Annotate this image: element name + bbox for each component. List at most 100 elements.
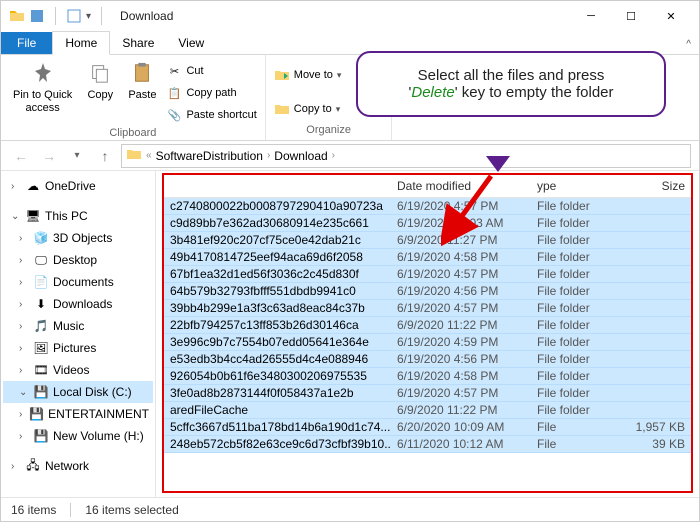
copy-to-icon (274, 101, 290, 117)
folder-icon (9, 8, 25, 24)
cell-size (621, 317, 691, 333)
crumb-softwaredistribution[interactable]: SoftwareDistribution (156, 149, 263, 163)
table-row[interactable]: 22bfb794257c13ff853b26d30146ca6/9/2020 1… (164, 317, 691, 334)
annotation-callout: Select all the files and press 'Delete' … (356, 51, 666, 117)
nav-local-disk-c[interactable]: ⌄💾Local Disk (C:) (3, 381, 153, 403)
nav-3d-objects[interactable]: ›🧊3D Objects (3, 227, 153, 249)
pc-icon: 🖥 (25, 208, 41, 224)
cell-size (621, 215, 691, 231)
tab-view[interactable]: View (166, 32, 216, 54)
window-title: Download (120, 9, 173, 23)
nav-entertainment[interactable]: ›💾ENTERTAINMENT (3, 403, 153, 425)
table-row[interactable]: aredFileCache6/9/2020 11:22 PMFile folde… (164, 402, 691, 419)
navigation-pane: ›☁OneDrive ⌄🖥This PC ›🧊3D Objects ›🖵Desk… (1, 171, 156, 497)
cell-name: 39bb4b299e1a3f3c63ad8eac84c37b (164, 300, 391, 316)
nav-desktop[interactable]: ›🖵Desktop (3, 249, 153, 271)
cell-type: File folder (531, 317, 621, 333)
cell-type: File (531, 419, 621, 435)
cell-name: c9d89bb7e362ad30680914e235c661 (164, 215, 391, 231)
recent-dropdown-icon[interactable]: ▾ (65, 144, 89, 168)
table-row[interactable]: 5cffc3667d511ba178bd14b6a190d1c74...6/20… (164, 419, 691, 436)
ribbon-expand-icon[interactable]: ^ (678, 35, 699, 54)
tab-share[interactable]: Share (110, 32, 166, 54)
nav-music[interactable]: ›🎵Music (3, 315, 153, 337)
nav-documents[interactable]: ›📄Documents (3, 271, 153, 293)
paste-shortcut-button[interactable]: 📎Paste shortcut (166, 105, 256, 125)
back-button[interactable]: ← (9, 144, 33, 168)
close-button[interactable]: ✕ (651, 2, 691, 30)
cell-size (621, 266, 691, 282)
cell-date: 6/19/2020 4:58 PM (391, 368, 531, 384)
cell-date: 6/9/2020 11:22 PM (391, 402, 531, 418)
group-clipboard-label: Clipboard (9, 125, 257, 141)
title-bar: ▾ Download ─ ☐ ✕ (1, 1, 699, 31)
table-row[interactable]: 49b4170814725eef94aca69d6f20586/19/2020 … (164, 249, 691, 266)
table-row[interactable]: 64b579b32793fbfff551dbdb9941c06/19/2020 … (164, 283, 691, 300)
breadcrumb[interactable]: « SoftwareDistribution › Download › (121, 144, 691, 168)
copy-to-button[interactable]: Copy to▾ (274, 99, 342, 119)
cell-size (621, 300, 691, 316)
paste-button[interactable]: Paste (124, 57, 160, 104)
selection-count: 16 items selected (85, 503, 178, 517)
maximize-button[interactable]: ☐ (611, 2, 651, 30)
move-to-icon (274, 67, 290, 83)
table-row[interactable]: 39bb4b299e1a3f3c63ad8eac84c37b6/19/2020 … (164, 300, 691, 317)
nav-this-pc[interactable]: ⌄🖥This PC (3, 205, 153, 227)
table-row[interactable]: 926054b0b61f6e34803002069755356/19/2020 … (164, 368, 691, 385)
table-row[interactable]: 3fe0ad8b2873144f0f058437a1e2b6/19/2020 4… (164, 385, 691, 402)
group-organize-label: Organize (274, 122, 384, 138)
nav-downloads[interactable]: ›⬇Downloads (3, 293, 153, 315)
table-row[interactable]: c9d89bb7e362ad30680914e235c6616/19/2020 … (164, 215, 691, 232)
cell-size (621, 334, 691, 350)
tab-file[interactable]: File (1, 32, 52, 54)
qat-properties-icon[interactable] (66, 8, 82, 24)
callout-tail-icon (486, 156, 510, 172)
table-row[interactable]: 67bf1ea32d1ed56f3036c2c45d830f6/19/2020 … (164, 266, 691, 283)
col-name[interactable] (164, 175, 391, 197)
copy-path-button[interactable]: 📋Copy path (166, 83, 256, 103)
music-icon: 🎵 (33, 318, 49, 334)
nav-network[interactable]: ›🖧Network (3, 455, 153, 477)
cell-date: 6/19/2020 4:59 PM (391, 334, 531, 350)
up-button[interactable]: ↑ (93, 144, 117, 168)
nav-onedrive[interactable]: ›☁OneDrive (3, 175, 153, 197)
cell-size: 39 KB (621, 436, 691, 452)
cell-size (621, 351, 691, 367)
cut-button[interactable]: ✂Cut (166, 61, 256, 81)
nav-new-volume[interactable]: ›💾New Volume (H:) (3, 425, 153, 447)
table-row[interactable]: 3b481ef920c207cf75ce0e42dab21c6/9/2020 1… (164, 232, 691, 249)
annotation-arrow-icon (441, 171, 501, 251)
chevron-right-icon[interactable]: › (267, 150, 270, 161)
documents-icon: 📄 (33, 274, 49, 290)
qat-save-icon[interactable] (29, 8, 45, 24)
col-size[interactable]: Size (621, 175, 691, 197)
col-type[interactable]: ype (531, 175, 621, 197)
minimize-button[interactable]: ─ (571, 2, 611, 30)
tab-home[interactable]: Home (52, 31, 110, 55)
cell-type: File (531, 436, 621, 452)
cell-type: File folder (531, 232, 621, 248)
cell-type: File folder (531, 249, 621, 265)
move-to-button[interactable]: Move to▾ (274, 65, 342, 85)
pin-quick-access-button[interactable]: Pin to Quick access (9, 57, 76, 117)
table-row[interactable]: 3e996c9b7c7554b07edd05641e364e6/19/2020 … (164, 334, 691, 351)
cell-type: File folder (531, 215, 621, 231)
cell-type: File folder (531, 266, 621, 282)
folder-icon (126, 146, 142, 165)
chevron-right-icon[interactable]: › (332, 150, 335, 161)
nav-videos[interactable]: ›🎞Videos (3, 359, 153, 381)
crumb-download[interactable]: Download (274, 149, 327, 163)
chevron-icon[interactable]: « (146, 150, 152, 161)
nav-pictures[interactable]: ›🖼Pictures (3, 337, 153, 359)
cell-type: File folder (531, 385, 621, 401)
table-row[interactable]: e53edb3b4cc4ad26555d4c4e0889466/19/2020 … (164, 351, 691, 368)
table-row[interactable]: c2740800022b0008797290410a90723a6/19/202… (164, 198, 691, 215)
qat-dropdown-icon[interactable]: ▾ (86, 11, 91, 22)
cell-date: 6/9/2020 11:22 PM (391, 317, 531, 333)
cell-size (621, 283, 691, 299)
table-row[interactable]: 248eb572cb5f82e63ce9c6d73cfbf39b10...6/1… (164, 436, 691, 453)
copy-button[interactable]: Copy (82, 57, 118, 104)
cell-size (621, 249, 691, 265)
forward-button[interactable]: → (37, 144, 61, 168)
cell-name: 3fe0ad8b2873144f0f058437a1e2b (164, 385, 391, 401)
